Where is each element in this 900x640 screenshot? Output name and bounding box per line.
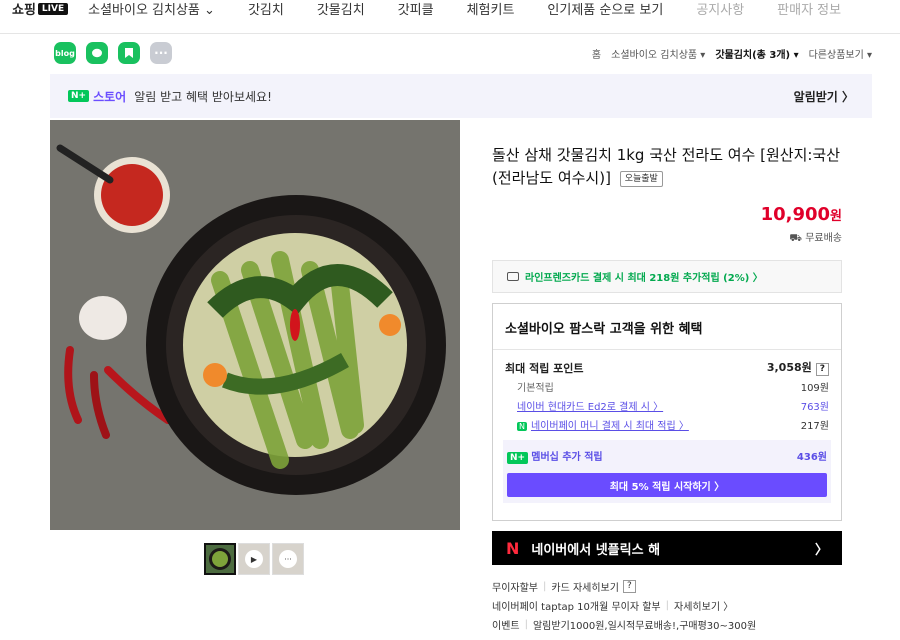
help-icon[interactable]: ? [622, 580, 636, 593]
shopping-live-logo[interactable]: 쇼핑 LIVE [12, 0, 69, 18]
points-label-wrap: N 네이버페이 머니 결제 시 최대 적립 〉 [505, 417, 689, 432]
kimchi-bowl-image [50, 120, 460, 530]
taptap-text: 네이버페이 taptap 10개월 무이자 할부 [492, 602, 661, 613]
divider [493, 349, 841, 350]
thumbnail-1[interactable] [204, 543, 236, 575]
credit-card-icon [507, 272, 519, 281]
breadcrumb: 홈 소셜바이오 김치상품 ▾ 갓물김치(총 3개) ▾ 다른상품보기 ▾ [582, 46, 872, 61]
points-row-npay: N 네이버페이 머니 결제 시 최대 적립 〉 217원 [505, 415, 829, 434]
points-row-basic: 기본적립 109원 [505, 377, 829, 396]
banner-text: 알림 받고 혜택 받아보세요! [134, 89, 272, 104]
blog-label: blog [55, 48, 75, 58]
nplus-badge: N+ [507, 452, 529, 464]
max-points-row: 최대 적립 포인트 3,058원? [505, 358, 829, 377]
nav-item-gat-kimchi[interactable]: 갓김치 [248, 0, 284, 18]
keep-bookmark-icon[interactable] [118, 42, 140, 64]
price-unit: 원 [830, 209, 842, 224]
chat-icon: ··· [279, 550, 297, 568]
points-row-hyundai-card: 네이버 현대카드 Ed2로 결제 시 〉 763원 [505, 396, 829, 415]
product-title-text: 돌산 삼채 갓물김치 1kg 국산 전라도 여수 [원산지:국산(전라남도 여수… [492, 146, 841, 187]
max-points-label: 최대 적립 포인트 [505, 361, 584, 375]
points-label: 기본적립 [517, 383, 554, 394]
today-ship-badge: 오늘출발 [619, 170, 663, 187]
npay-icon: N [517, 422, 527, 431]
image-thumbnails: ▶ ··· [204, 543, 306, 575]
live-badge: LIVE [37, 2, 69, 15]
payment-info: 무이자할부 | 카드 자세히보기 ? 네이버페이 taptap 10개월 무이자 … [492, 577, 842, 634]
membership-box: N+ 멤버십 추가 적립 436원 최대 5% 적립 시작하기 〉 [503, 440, 831, 503]
points-value: 217원 [800, 421, 829, 432]
points-value: 109원 [800, 383, 829, 394]
nav-item-experience-kit[interactable]: 체험키트 [467, 0, 515, 18]
logo-text: 쇼핑 [12, 3, 36, 18]
more-label: ··· [154, 46, 168, 60]
nav-item-notice[interactable]: 공지사항 [696, 0, 744, 18]
points-label[interactable]: 네이버페이 머니 결제 시 최대 적립 〉 [531, 421, 689, 432]
nav-item-seller-info[interactable]: 판매자 정보 [777, 0, 841, 18]
category-menu: 소셜바이오 김치상품 ⌄ 갓김치 갓물김치 갓피클 체험키트 인기제품 순으로 … [88, 0, 874, 18]
membership-value: 436원 [796, 452, 827, 463]
thumbnail-video[interactable]: ▶ [238, 543, 270, 575]
truck-icon: ⛟ [789, 233, 802, 244]
breadcrumb-other-products[interactable]: 다른상품보기 ▾ [809, 46, 872, 61]
membership-label: 멤버십 추가 적립 [531, 452, 603, 463]
installment-label: 무이자할부 [492, 583, 538, 594]
taptap-detail-link[interactable]: 자세히보기 〉 [674, 598, 733, 613]
netflix-logo-icon: N [506, 538, 520, 558]
price: 10,900원 [492, 204, 842, 225]
more-share-icon[interactable]: ··· [150, 42, 172, 64]
info-line-installment: 무이자할부 | 카드 자세히보기 ? [492, 577, 842, 596]
netflix-text: 네이버에서 넷플릭스 해 [531, 542, 661, 558]
card-promo[interactable]: 라인프렌즈카드 결제 시 최대 218원 추가적립 (2%) 〉 [492, 260, 842, 293]
info-line-event: 이벤트 | 알림받기1000원,일시적무료배송!,구매평30~300원 [492, 619, 757, 632]
nav-item-gat-mul-kimchi[interactable]: 갓물김치 [317, 0, 365, 18]
max-points-value: 3,058원 [766, 361, 812, 374]
points-value: 763원 [800, 402, 829, 413]
chevron-right-icon: 〉 [814, 542, 828, 558]
share-row: blog ··· 홈 소셜바이오 김치상품 ▾ 갓물김치(총 3개) ▾ 다른상… [0, 34, 900, 72]
breadcrumb-category[interactable]: 소셜바이오 김치상품 ▾ [611, 46, 705, 61]
nav-item-popular[interactable]: 인기제품 순으로 보기 [547, 0, 663, 18]
event-text: 알림받기1000원,일시적무료배송!,구매평30~300원 [532, 621, 757, 632]
points-label[interactable]: 네이버 현대카드 Ed2로 결제 시 〉 [505, 398, 663, 413]
breadcrumb-current[interactable]: 갓물김치(총 3개) ▾ [715, 46, 798, 61]
price-value: 10,900 [760, 204, 831, 225]
membership-row: N+ 멤버십 추가 적립 436원 [507, 446, 827, 465]
product-info: 돌산 삼채 갓물김치 1kg 국산 전라도 여수 [원산지:국산(전라남도 여수… [492, 120, 842, 634]
product-title: 돌산 삼채 갓물김치 1kg 국산 전라도 여수 [원산지:국산(전라남도 여수… [492, 144, 842, 190]
shipping-info: ⛟ 무료배송 [492, 229, 842, 246]
info-line-taptap: 네이버페이 taptap 10개월 무이자 할부 | 자세히보기 〉 [492, 598, 734, 613]
top-nav: 쇼핑 LIVE 소셜바이오 김치상품 ⌄ 갓김치 갓물김치 갓피클 체험키트 인… [0, 0, 900, 34]
nav-item-gat-pickle[interactable]: 갓피클 [398, 0, 434, 18]
shipping-text: 무료배송 [805, 233, 842, 244]
blog-share-icon[interactable]: blog [54, 42, 76, 64]
play-icon: ▶ [245, 550, 263, 568]
benefit-box: 소셜바이오 팜스락 고객을 위한 혜택 최대 적립 포인트 3,058원? 기본… [492, 303, 842, 521]
notify-banner: N+ 스토어 알림 받고 혜택 받아보세요! 알림받기 〉 [50, 74, 872, 118]
store-label: 스토어 [93, 89, 127, 104]
nav-item-kimchi-products[interactable]: 소셜바이오 김치상품 ⌄ [88, 0, 215, 18]
card-promo-text: 라인프렌즈카드 결제 시 최대 218원 추가적립 (2%) 〉 [525, 273, 763, 284]
help-icon[interactable]: ? [815, 363, 829, 376]
breadcrumb-home[interactable]: 홈 [592, 46, 601, 61]
product-main-image[interactable] [50, 120, 460, 530]
notify-button[interactable]: 알림받기 〉 [794, 88, 854, 105]
benefit-title: 소셜바이오 팜스락 고객을 위한 혜택 [505, 322, 703, 337]
event-label: 이벤트 [492, 621, 520, 632]
card-detail-link[interactable]: 카드 자세히보기 [551, 579, 619, 594]
start-points-button[interactable]: 최대 5% 적립 시작하기 〉 [507, 473, 827, 497]
thumbnail-3[interactable]: ··· [272, 543, 304, 575]
talk-share-icon[interactable] [86, 42, 108, 64]
nplus-badge: N+ [68, 90, 90, 102]
netflix-banner[interactable]: N 네이버에서 넷플릭스 해 〉 [492, 531, 842, 565]
